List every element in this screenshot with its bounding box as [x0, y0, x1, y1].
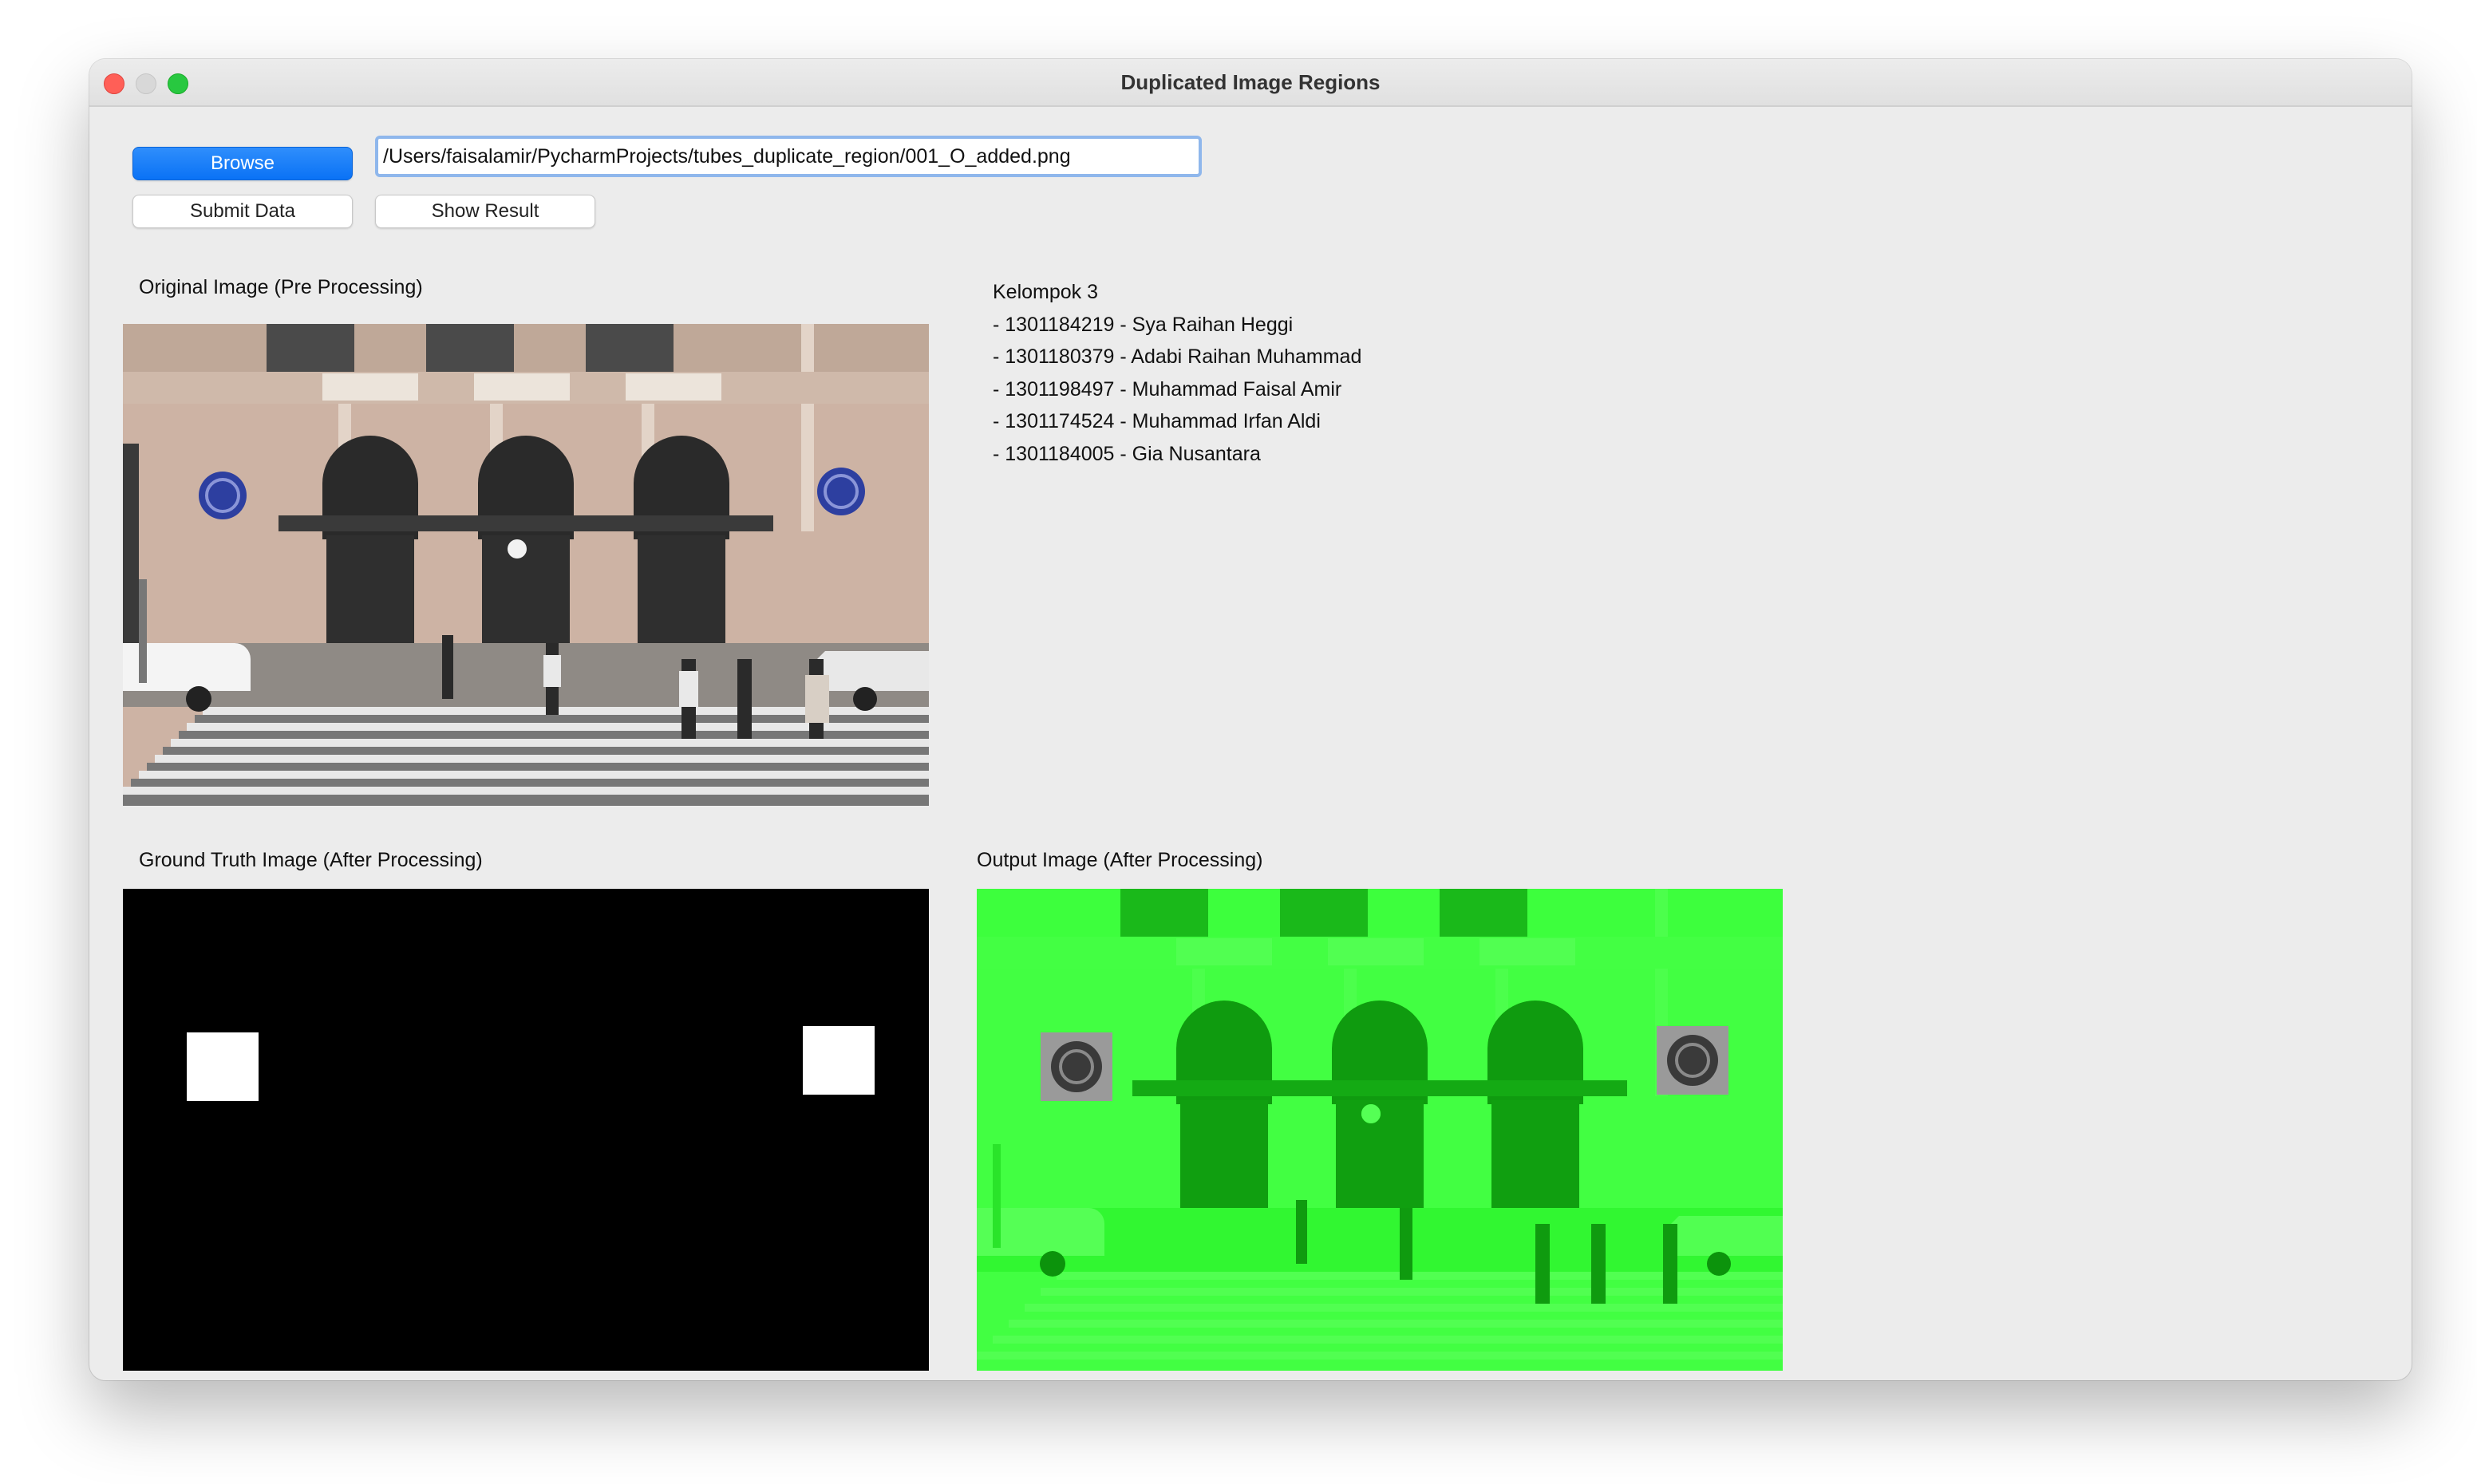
submit-data-button[interactable]: Submit Data — [132, 195, 353, 228]
group-members: Kelompok 3 - 1301184219 - Sya Raihan Heg… — [993, 276, 1361, 470]
app-window: Duplicated Image Regions Browse Submit D… — [89, 59, 2412, 1380]
file-path-input[interactable] — [375, 136, 1202, 177]
ground-truth-label: Ground Truth Image (After Processing) — [139, 849, 483, 871]
member-item: - 1301184005 - Gia Nusantara — [993, 442, 1261, 465]
window-title: Duplicated Image Regions — [1120, 70, 1381, 94]
member-item: - 1301198497 - Muhammad Faisal Amir — [993, 377, 1342, 401]
ground-truth-image — [123, 889, 929, 1371]
member-item: - 1301180379 - Adabi Raihan Muhammad — [993, 345, 1362, 368]
title-bar: Duplicated Image Regions — [89, 59, 2412, 107]
output-image-label: Output Image (After Processing) — [977, 849, 1263, 871]
original-image-label: Original Image (Pre Processing) — [139, 276, 423, 298]
group-title: Kelompok 3 — [993, 281, 1099, 303]
member-item: - 1301184219 - Sya Raihan Heggi — [993, 313, 1294, 336]
show-result-button[interactable]: Show Result — [375, 195, 595, 228]
browse-button[interactable]: Browse — [132, 147, 353, 180]
original-image — [123, 324, 929, 806]
output-image — [977, 889, 1783, 1371]
member-item: - 1301174524 - Muhammad Irfan Aldi — [993, 410, 1321, 432]
